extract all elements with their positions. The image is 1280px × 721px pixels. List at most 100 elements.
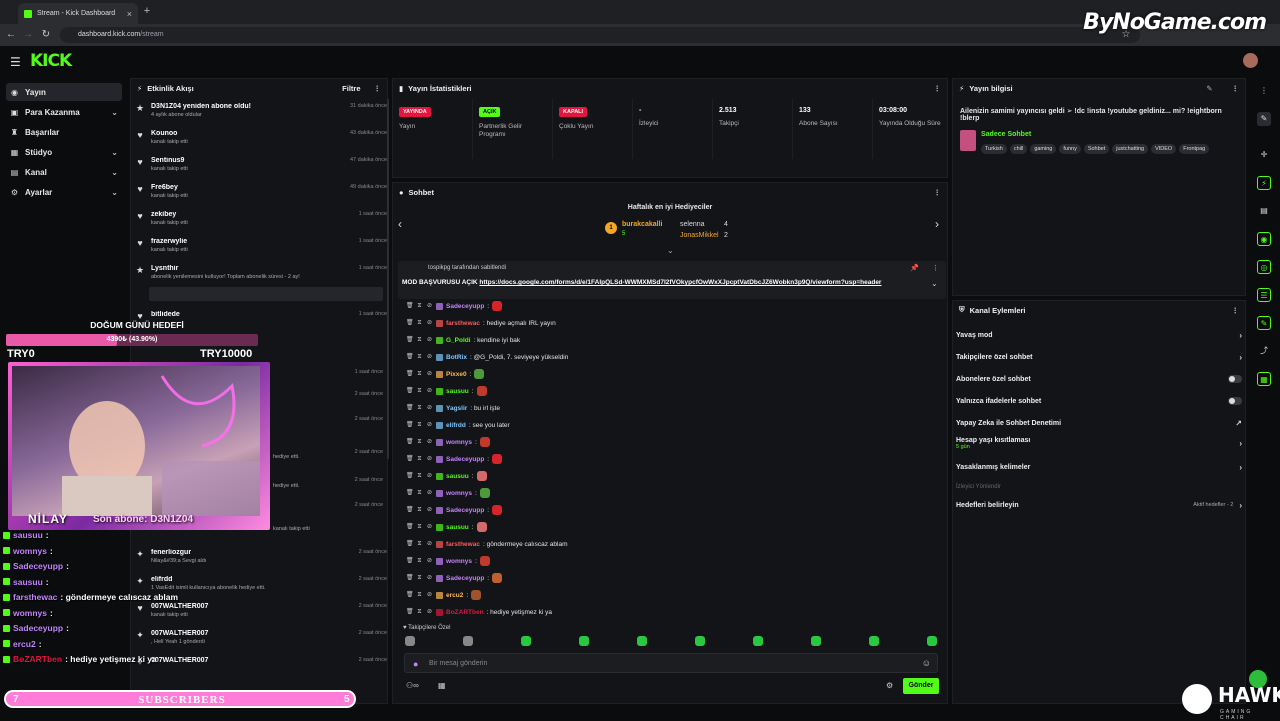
chevron-down-icon[interactable]: ⌄: [111, 188, 118, 197]
channel-actions-menu-icon[interactable]: ⋮: [1232, 306, 1240, 315]
reload-icon[interactable]: ↻: [40, 29, 52, 41]
more-icon[interactable]: ⋮: [1257, 84, 1271, 98]
wrench-rail-icon[interactable]: ✎: [1257, 316, 1271, 330]
tag[interactable]: Frontpag: [1179, 144, 1210, 154]
activity-row[interactable]: ★ D3N1Z04 yeniden abone oldu! 4 aylık abon…: [135, 103, 387, 127]
tag[interactable]: chill: [1009, 144, 1028, 154]
timeout-icon[interactable]: ⧖: [416, 541, 423, 548]
stream-info-menu-icon[interactable]: ⋮: [1232, 84, 1240, 93]
chat-message[interactable]: 🗑 ⧖ ⊘ BotRix: @G_Poldi, 7. seviyeye yükseld…: [406, 349, 936, 365]
chat-username[interactable]: Yagslir: [446, 405, 467, 412]
sidebar-item-5[interactable]: ⚙ Ayarlar ⌄: [6, 183, 122, 201]
delete-icon[interactable]: 🗑: [406, 575, 414, 582]
sidebar-item-2[interactable]: ♜ Başarılar: [6, 123, 122, 141]
delete-icon[interactable]: 🗑: [406, 320, 414, 327]
timeout-icon[interactable]: ⧖: [416, 422, 423, 429]
activity-menu-icon[interactable]: ⋮: [374, 84, 382, 93]
channel-action-row[interactable]: Yavaş mod ›: [956, 326, 1242, 344]
toggle-switch[interactable]: [1228, 375, 1242, 383]
back-icon[interactable]: ←: [5, 29, 17, 41]
activity-row[interactable]: ★ Lysnthir abonelik yenilemesini kutluyor!…: [135, 265, 387, 289]
close-tab-icon[interactable]: ×: [127, 9, 132, 19]
delete-icon[interactable]: 🗑: [406, 371, 414, 378]
chevron-down-icon[interactable]: ⌄: [111, 168, 118, 177]
timeout-icon[interactable]: ⧖: [416, 439, 423, 446]
timeout-icon[interactable]: ⧖: [416, 473, 423, 480]
chevron-down-icon[interactable]: ⌄: [111, 108, 118, 117]
pinned-menu-icon[interactable]: ⋮: [932, 264, 939, 272]
emote-icon[interactable]: [521, 636, 531, 646]
chat-message[interactable]: 🗑 ⧖ ⊘ womnys:: [406, 553, 936, 569]
channel-action-row[interactable]: Hesap yaşı kısıtlaması 5 gün ›: [956, 434, 1242, 452]
channel-action-row[interactable]: Yapay Zeka ile Sohbet Denetimi ↗: [956, 414, 1242, 432]
delete-icon[interactable]: 🗑: [406, 490, 414, 497]
ban-icon[interactable]: ⊘: [426, 388, 433, 395]
activity-row[interactable]: ♥ zekibey kanalı takip etti 1 saat önce: [135, 211, 387, 235]
ban-icon[interactable]: ⊘: [426, 524, 433, 531]
sidebar-item-4[interactable]: ▤ Kanal ⌄: [6, 163, 122, 181]
ban-icon[interactable]: ⊘: [426, 558, 433, 565]
delete-icon[interactable]: 🗑: [406, 354, 414, 361]
chat-username[interactable]: Sadeceyupp: [446, 303, 484, 310]
chat-username[interactable]: Sadeceyupp: [446, 507, 484, 514]
chat-message[interactable]: 🗑 ⧖ ⊘ BoZARTben: hediye yetişmez ki ya: [406, 604, 936, 620]
timeout-icon[interactable]: ⧖: [416, 609, 423, 616]
activity-row[interactable]: ♥ Fre6bey kanalı takip etti 49 dakika önce: [135, 184, 387, 208]
ban-icon[interactable]: ⊘: [426, 456, 433, 463]
chevron-right-icon[interactable]: ›: [1239, 439, 1242, 448]
activity-row[interactable]: ✦ 007WALTHER007 2 saat önce: [135, 657, 387, 681]
chat-username[interactable]: sausuu: [446, 524, 469, 531]
tag[interactable]: Turkish: [981, 144, 1007, 154]
tag[interactable]: justchatting: [1112, 144, 1149, 154]
external-link-icon[interactable]: ↗: [1235, 419, 1242, 428]
ban-icon[interactable]: ⊘: [426, 320, 433, 327]
delete-icon[interactable]: 🗑: [406, 609, 414, 616]
delete-icon[interactable]: 🗑: [406, 303, 414, 310]
chevron-right-icon[interactable]: ›: [1239, 353, 1242, 362]
chat-message[interactable]: 🗑 ⧖ ⊘ sausuu:: [406, 519, 936, 535]
flash-rail-icon[interactable]: ⚡: [1257, 176, 1271, 190]
url-field[interactable]: dashboard.kick.com/stream: [60, 27, 1140, 43]
chat-message[interactable]: 🗑 ⧖ ⊘ sausuu:: [406, 468, 936, 484]
chat-username[interactable]: sausuu: [446, 473, 469, 480]
ban-icon[interactable]: ⊘: [426, 337, 433, 344]
timeout-icon[interactable]: ⧖: [416, 405, 423, 412]
menu-icon[interactable]: ☰: [10, 55, 21, 69]
ban-icon[interactable]: ⊘: [426, 422, 433, 429]
chat-message[interactable]: 🗑 ⧖ ⊘ G_Poldi: kendine iyi bak: [406, 332, 936, 348]
ban-icon[interactable]: ⊘: [426, 405, 433, 412]
emote-icon[interactable]: [405, 636, 415, 646]
channel-action-row[interactable]: Takipçilere özel sohbet ›: [956, 348, 1242, 366]
tag[interactable]: gaming: [1030, 144, 1057, 154]
chat-message[interactable]: 🗑 ⧖ ⊘ Sadeceyupp:: [406, 502, 936, 518]
browser-tab[interactable]: Stream - Kick Dashboard ×: [18, 3, 138, 24]
chat-username[interactable]: farsthewac: [446, 541, 480, 548]
timeout-icon[interactable]: ⧖: [416, 575, 423, 582]
delete-icon[interactable]: 🗑: [406, 592, 414, 599]
channel-action-row[interactable]: Yalnızca ifadelerle sohbet: [956, 392, 1242, 410]
tag[interactable]: VIDEO: [1151, 144, 1177, 154]
activity-row[interactable]: ♥ 007WALTHER007 kanalı takip etti 2 saat ön…: [135, 603, 387, 627]
timeout-icon[interactable]: ⧖: [416, 490, 423, 497]
category-name[interactable]: Sadece Sohbet: [981, 131, 1031, 138]
delete-icon[interactable]: 🗑: [406, 422, 414, 429]
activity-scrollbar[interactable]: [387, 99, 389, 459]
edit-icon[interactable]: ✎: [1206, 84, 1212, 93]
delete-icon[interactable]: 🗑: [406, 507, 414, 514]
emoji-icon[interactable]: ☺: [922, 658, 931, 668]
emote-icon[interactable]: [637, 636, 647, 646]
chat-username[interactable]: Pixxe0: [446, 371, 467, 378]
filter-button[interactable]: Filtre: [342, 84, 360, 93]
activity-row[interactable]: ♥ frazerwylie kanalı takip etti 1 saat önce: [135, 238, 387, 262]
ban-icon[interactable]: ⊘: [426, 303, 433, 310]
expand-pinned-icon[interactable]: ⌄: [931, 279, 938, 288]
chat-username[interactable]: G_Poldi: [446, 337, 471, 344]
chevron-right-icon[interactable]: ›: [1239, 463, 1242, 472]
chat-menu-icon[interactable]: ⋮: [934, 188, 942, 197]
gifter-3-name[interactable]: JonasMikkel: [680, 232, 719, 239]
calendar-icon[interactable]: ▦: [438, 681, 446, 690]
emote-icon[interactable]: [811, 636, 821, 646]
activity-row[interactable]: ✦ fenerliozgur Nilay&#39;a Sevgi aldı 2 saa…: [135, 549, 387, 573]
channel-action-row[interactable]: Yasaklanmış kelimeler ›: [956, 458, 1242, 476]
chat-message[interactable]: 🗑 ⧖ ⊘ womnys:: [406, 485, 936, 501]
